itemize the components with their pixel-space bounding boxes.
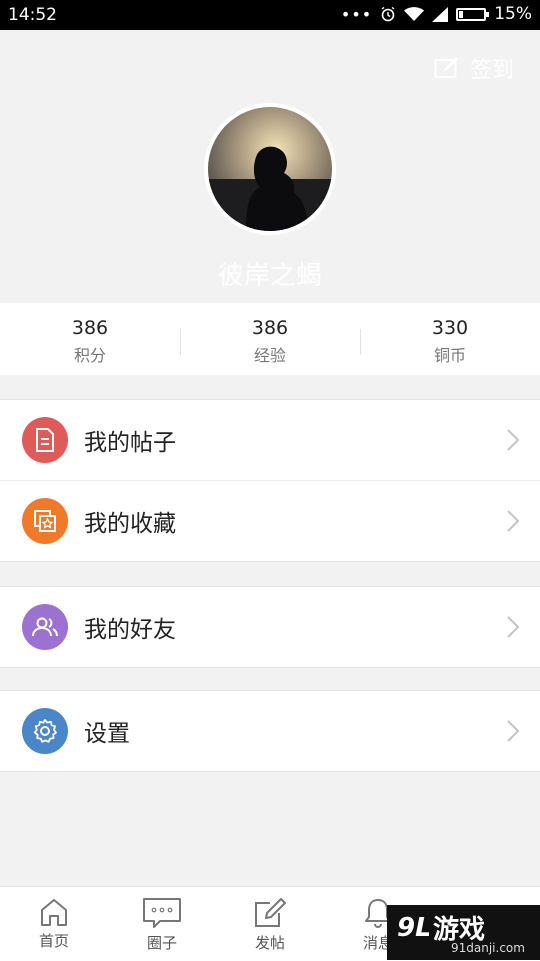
compose-icon	[255, 898, 286, 927]
menu-item-settings[interactable]: 设置	[0, 691, 540, 771]
menu-item-my-friends[interactable]: 我的好友	[0, 587, 540, 667]
status-bar: 14:52 ••• 15%	[0, 0, 540, 30]
chevron-right-icon	[507, 510, 520, 532]
menu-item-my-favorites[interactable]: 我的收藏	[0, 480, 540, 561]
checkin-label: 签到	[469, 58, 514, 83]
home-icon	[41, 899, 67, 926]
menu-group-settings: 设置	[0, 690, 540, 772]
tab-compose[interactable]: 发帖	[216, 887, 324, 961]
tab-label: 发帖	[254, 934, 285, 952]
favorites-icon	[22, 498, 68, 544]
document-icon	[22, 417, 68, 463]
menu-item-label: 我的收藏	[84, 511, 176, 537]
stat-experience[interactable]: 386 经验	[180, 303, 360, 375]
avatar-photo	[208, 107, 332, 231]
tab-label: 圈子	[146, 934, 177, 952]
menu-item-my-posts[interactable]: 我的帖子	[0, 400, 540, 480]
stat-label: 铜币	[433, 346, 466, 365]
stat-value: 330	[431, 317, 469, 339]
menu-group-social: 我的好友	[0, 586, 540, 668]
watermark: 9L 游戏 91danji.com	[387, 905, 540, 960]
tab-home[interactable]: 首页	[0, 887, 108, 961]
chevron-right-icon	[507, 616, 520, 638]
battery-percent: 15%	[494, 4, 532, 24]
chevron-right-icon	[507, 429, 520, 451]
stat-coins[interactable]: 330 铜币	[360, 303, 540, 375]
status-time: 14:52	[8, 5, 57, 25]
menu-item-label: 我的帖子	[84, 430, 176, 456]
avatar[interactable]	[204, 103, 336, 235]
friends-icon	[22, 604, 68, 650]
stats-bar: 386 积分 386 经验 330 铜币	[0, 303, 540, 375]
watermark-url: 91danji.com	[451, 941, 525, 955]
menu-group-content: 我的帖子 我的收藏	[0, 399, 540, 562]
checkin-button[interactable]: 签到	[434, 52, 514, 84]
stat-value: 386	[71, 317, 109, 339]
battery-icon	[456, 7, 490, 21]
signal-icon	[432, 6, 449, 22]
gear-icon	[22, 708, 68, 754]
menu-item-label: 我的好友	[84, 617, 176, 643]
chat-bubble-icon	[143, 898, 181, 928]
watermark-logo: 9L	[397, 913, 429, 941]
alarm-icon	[381, 6, 395, 22]
stat-label: 经验	[253, 346, 286, 365]
menu-item-label: 设置	[84, 721, 130, 747]
tab-circles[interactable]: 圈子	[108, 887, 216, 961]
stat-points[interactable]: 386 积分	[0, 303, 180, 375]
wifi-icon	[404, 6, 425, 21]
stat-value: 386	[251, 317, 289, 339]
checkin-icon	[434, 57, 458, 78]
username: 彼岸之蝎	[217, 261, 322, 291]
watermark-logo-text: 9L	[397, 913, 429, 941]
chevron-right-icon	[507, 720, 520, 742]
more-notifications-icon: •••	[340, 4, 373, 24]
tab-label: 首页	[38, 932, 69, 950]
stat-label: 积分	[73, 346, 106, 365]
